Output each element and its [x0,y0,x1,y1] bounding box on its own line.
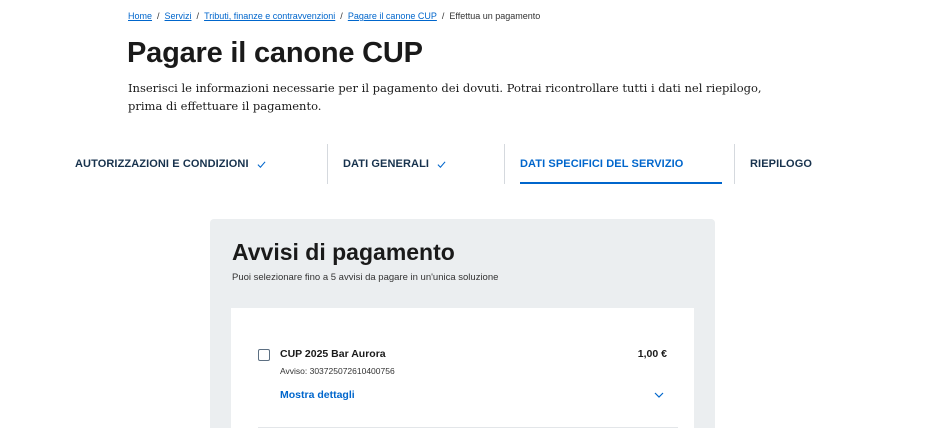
breadcrumb-separator: / [196,11,200,21]
breadcrumb-current: Effettua un pagamento [449,11,541,21]
check-icon [437,160,446,168]
step-riepilogo[interactable]: RIEPILOGO [734,144,870,184]
check-icon [257,160,266,168]
stepper: AUTORIZZAZIONI E CONDIZIONI DATI GENERAL… [60,144,870,184]
breadcrumb-separator: / [340,11,343,21]
breadcrumb: Home / Servizi / Tributi, finanze e contravv… [128,11,540,21]
panel-title: Avvisi di pagamento [232,239,455,265]
notice-name: CUP 2025 Bar Aurora [280,348,386,360]
panel-subtitle: Puoi selezionare fino a 5 avvisi da paga… [232,272,499,283]
breadcrumb-separator: / [157,11,160,21]
notice-checkbox[interactable] [258,349,270,361]
breadcrumb-link-canone-cup[interactable]: Pagare il canone CUP [348,11,437,21]
chevron-down-icon[interactable] [654,391,664,399]
step-label: RIEPILOGO [750,158,813,170]
notices-panel: Avvisi di pagamento Puoi selezionare fin… [210,219,715,428]
breadcrumb-link-tributi[interactable]: Tributi, finanze e contravvenzioni [204,11,335,21]
notice-amount: 1,00 € [637,348,667,360]
step-label: AUTORIZZAZIONI E CONDIZIONI [75,158,249,170]
step-autorizzazioni[interactable]: AUTORIZZAZIONI E CONDIZIONI [60,144,327,184]
breadcrumb-link-servizi[interactable]: Servizi [165,11,192,21]
notice-number: Avviso: 303725072610400756 [280,366,395,376]
active-step-indicator [520,182,722,184]
step-label: DATI GENERALI [343,158,430,170]
page-intro: Inserisci le informazioni necessarie per… [128,81,762,113]
notice-card: CUP 2025 Bar Aurora 1,00 € Avviso: 30372… [231,308,694,428]
breadcrumb-separator: / [441,11,445,21]
step-dati-generali[interactable]: DATI GENERALI [327,144,504,184]
step-label: DATI SPECIFICI DEL SERVIZIO [520,158,684,170]
step-dati-specifici[interactable]: DATI SPECIFICI DEL SERVIZIO [504,144,734,184]
breadcrumb-link-home[interactable]: Home [128,11,152,21]
page-title: Pagare il canone CUP [127,37,423,69]
show-details-link[interactable]: Mostra dettagli [280,389,355,401]
